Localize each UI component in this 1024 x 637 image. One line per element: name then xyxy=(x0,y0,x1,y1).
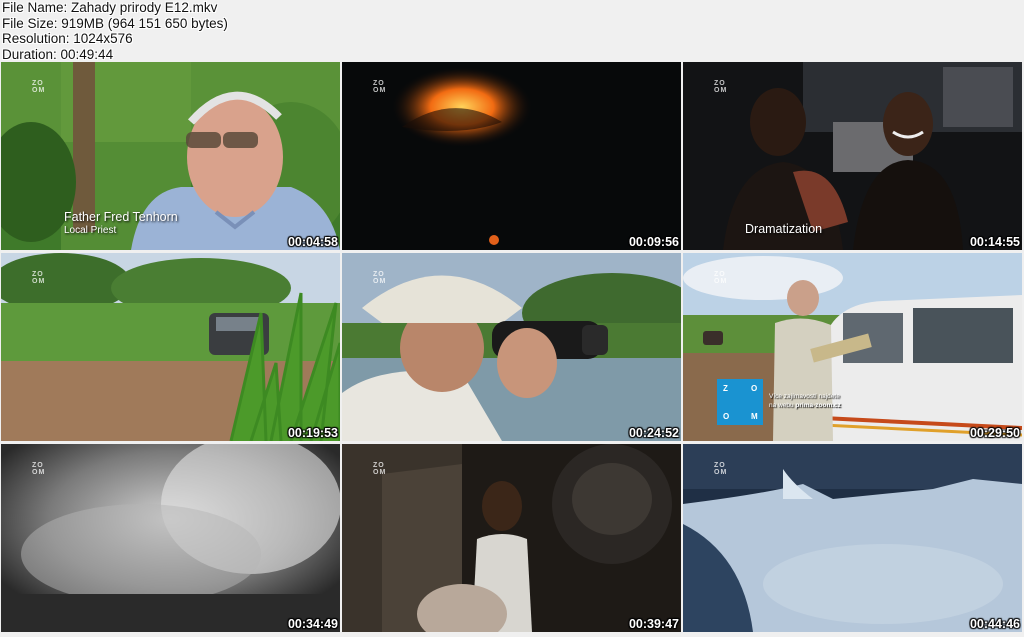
thumbnail-frame: ZO OM 00:34:49 xyxy=(1,444,340,632)
frame-image xyxy=(342,253,681,441)
thumbnail-frame: ZO OM Father Fred Tenhorn Local Priest 0… xyxy=(1,62,340,250)
lower-third-title: Local Priest xyxy=(64,225,117,236)
thumbnail-frame: ZO OM Dramatization 00:14:55 xyxy=(683,62,1022,250)
file-name-label: File Name: Zahady prirody E12.mkv xyxy=(2,0,218,15)
timestamp: 00:29:50 xyxy=(969,426,1020,440)
lower-third-name: Father Fred Tenhorn xyxy=(64,210,178,224)
timestamp: 00:04:58 xyxy=(287,235,338,249)
thumbnail-frame: ZO OM 00:19:53 xyxy=(1,253,340,441)
zoom-letter: Z xyxy=(723,384,728,393)
timestamp: 00:19:53 xyxy=(287,426,338,440)
channel-logo: ZO OM xyxy=(714,462,728,476)
timestamp: 00:44:46 xyxy=(969,617,1020,631)
promo-website: prima-zoom.cz xyxy=(795,402,841,409)
thumbnail-frame: ZO OM 00:39:47 xyxy=(342,444,681,632)
timestamp: 00:14:55 xyxy=(969,235,1020,249)
dramatization-caption: Dramatization xyxy=(745,222,823,236)
thumbnail-grid: ZO OM Father Fred Tenhorn Local Priest 0… xyxy=(1,62,1023,634)
zoom-brand-box: Z O O M xyxy=(717,379,763,425)
zoom-letter: O xyxy=(751,384,758,393)
timestamp: 00:09:56 xyxy=(628,235,679,249)
frame-image xyxy=(342,444,681,632)
resolution-label: Resolution: 1024x576 xyxy=(2,31,133,46)
timestamp: 00:34:49 xyxy=(287,617,338,631)
thumbnail-frame: ZO OM 00:09:56 xyxy=(342,62,681,250)
zoom-letter: M xyxy=(751,412,758,421)
promo-line: Více zajímavostí najdete xyxy=(769,393,840,400)
zoom-letter: O xyxy=(723,412,730,421)
thumbnail-frame: ZO OM 00:44:46 xyxy=(683,444,1022,632)
promo-text: Více zajímavostí najdete na webu prima-z… xyxy=(769,392,841,410)
frame-image xyxy=(1,444,340,632)
channel-logo: ZO OM xyxy=(373,80,387,94)
duration-label: Duration: 00:49:44 xyxy=(2,46,114,62)
frame-image xyxy=(1,253,340,441)
channel-logo: ZO OM xyxy=(32,462,46,476)
channel-logo: ZO OM xyxy=(373,462,387,476)
promo-prefix: na webu xyxy=(769,402,796,409)
channel-logo: ZO OM xyxy=(373,271,387,285)
timestamp: 00:24:52 xyxy=(628,426,679,440)
thumbnail-frame: ZO OM Z O O M Více zajímavostí najdete n… xyxy=(683,253,1022,441)
frame-image xyxy=(683,444,1022,632)
channel-logo: ZO OM xyxy=(32,80,46,94)
thumbnail-frame: ZO OM 00:24:52 xyxy=(342,253,681,441)
frame-image xyxy=(683,62,1022,250)
channel-logo: ZO OM xyxy=(714,271,728,285)
file-size-label: File Size: 919MB (964 151 650 bytes) xyxy=(2,15,228,31)
frame-image xyxy=(342,62,681,250)
file-info-header: File Name: Zahady prirody E12.mkv File S… xyxy=(2,0,602,62)
channel-logo: ZO OM xyxy=(32,271,46,285)
promo-line: na webu prima-zoom.cz xyxy=(769,401,841,410)
channel-logo: ZO OM xyxy=(714,80,728,94)
timestamp: 00:39:47 xyxy=(628,617,679,631)
